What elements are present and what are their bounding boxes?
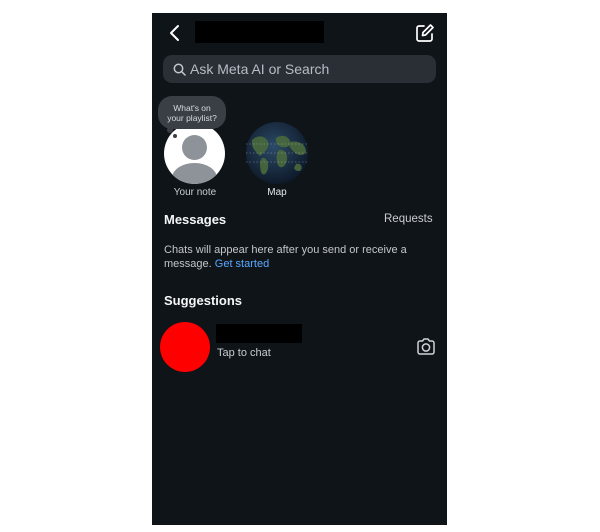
phone-screen: What's on your playlist? Your note xyxy=(152,13,447,525)
back-button[interactable] xyxy=(164,21,186,45)
suggestion-avatar[interactable] xyxy=(160,322,210,372)
map-button[interactable] xyxy=(246,122,308,184)
compose-button[interactable] xyxy=(414,22,436,44)
redacted-title xyxy=(195,21,324,43)
empty-state-text: Chats will appear here after you send or… xyxy=(164,243,434,271)
chevron-left-icon xyxy=(170,25,179,41)
redacted-contact-name xyxy=(216,324,302,343)
globe-icon xyxy=(246,122,308,184)
get-started-link[interactable]: Get started xyxy=(215,258,269,270)
suggestions-heading: Suggestions xyxy=(164,293,243,308)
your-note-avatar[interactable] xyxy=(164,123,225,184)
note-bubble[interactable]: What's on your playlist? xyxy=(158,96,226,129)
avatar-head xyxy=(182,135,207,160)
map-label: Map xyxy=(267,187,287,198)
search-bar[interactable] xyxy=(163,55,436,83)
messages-heading: Messages xyxy=(164,212,227,227)
empty-state-message: Chats will appear here after you send or… xyxy=(164,244,407,270)
camera-icon xyxy=(417,338,435,355)
bubble-tail-small xyxy=(173,134,177,138)
your-note-label: Your note xyxy=(173,187,217,198)
tap-to-chat-text[interactable]: Tap to chat xyxy=(217,347,271,359)
search-icon xyxy=(173,63,186,76)
avatar-body xyxy=(172,163,217,184)
search-input[interactable] xyxy=(190,61,420,77)
requests-link[interactable]: Requests xyxy=(384,213,433,225)
compose-icon xyxy=(416,24,434,42)
note-bubble-text: What's on your playlist? xyxy=(167,102,217,123)
camera-button[interactable] xyxy=(415,336,437,358)
